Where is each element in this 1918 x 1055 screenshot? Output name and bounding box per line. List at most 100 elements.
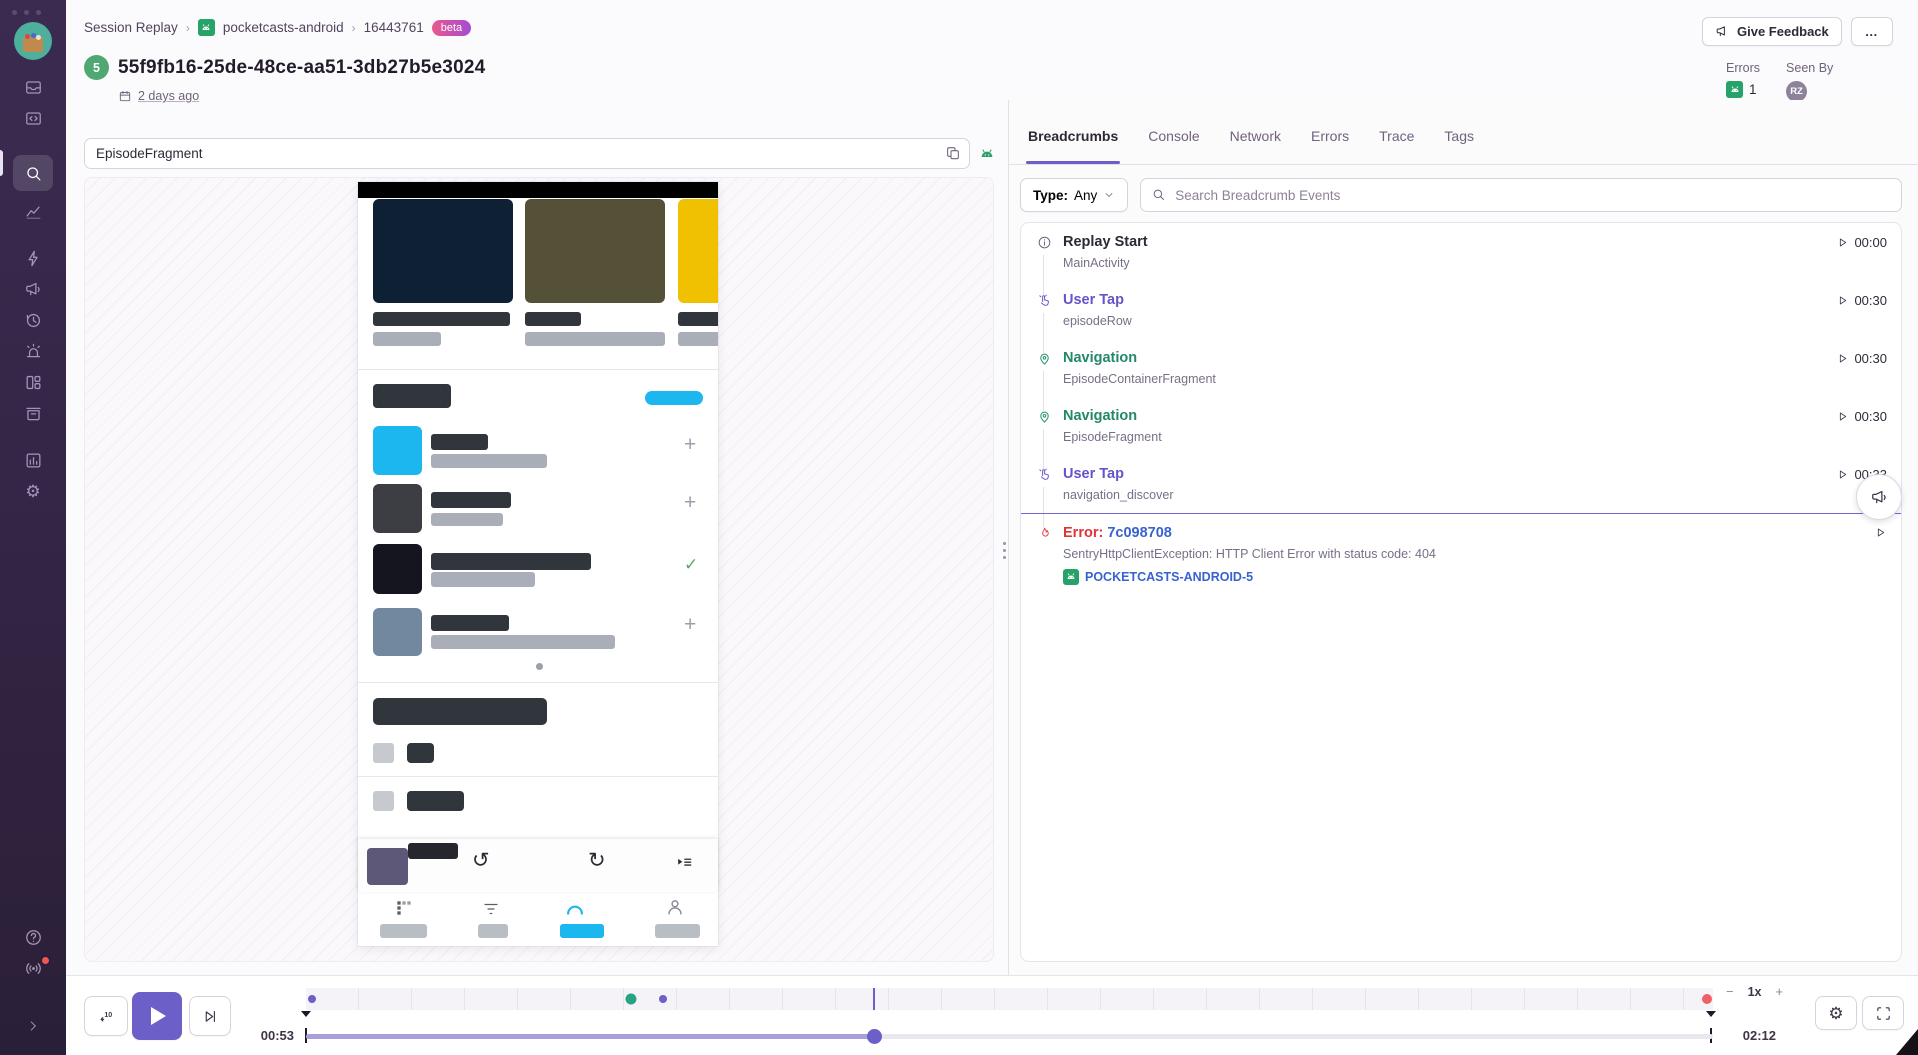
sidebar-item-stats[interactable]: [13, 445, 53, 476]
breadcrumb-event-nav[interactable]: NavigationEpisodeFragment00:30: [1021, 397, 1901, 455]
sidebar-item-help[interactable]: [13, 922, 53, 953]
zoom-in-button[interactable]: +: [1776, 984, 1784, 999]
replay-settings-button[interactable]: ⚙: [1815, 996, 1857, 1030]
zoom-out-button[interactable]: −: [1726, 984, 1734, 999]
sidebar-nav: ⚙: [0, 72, 66, 507]
timeline-event-tap[interactable]: [659, 995, 667, 1003]
breadcrumb-event-tap[interactable]: User TapepisodeRow00:30: [1021, 281, 1901, 339]
sidebar-item-issues[interactable]: [13, 72, 53, 103]
timeline-end-marker: [1706, 1011, 1716, 1017]
event-body: Replay StartMainActivity: [1063, 234, 1824, 271]
current-time: 00:53: [246, 1028, 294, 1043]
more-options-button[interactable]: …: [1851, 17, 1893, 46]
sidebar-item-explore[interactable]: [13, 155, 53, 191]
sidebar-item-alerts[interactable]: [13, 336, 53, 367]
event-title: User Tap: [1063, 292, 1824, 309]
timeline-scrubber-bar[interactable]: [306, 1034, 1713, 1039]
page-title: 55f9fb16-25de-48ce-aa51-3db27b5e3024: [118, 57, 485, 79]
search-icon: [1151, 187, 1166, 202]
event-timestamp[interactable]: 00:30: [1836, 350, 1887, 366]
event-body: Error: 7c098708SentryHttpClientException…: [1063, 525, 1862, 585]
beta-badge: beta: [432, 20, 471, 36]
skip-to-end-button[interactable]: [189, 996, 231, 1036]
tab-console[interactable]: Console: [1146, 128, 1201, 164]
mouse-cursor: [1896, 1029, 1918, 1055]
timeline-event-navigation[interactable]: [626, 994, 637, 1005]
event-timestamp[interactable]: 00:00: [1836, 234, 1887, 250]
breadcrumb: Session Replay › pocketcasts-android › 1…: [84, 19, 471, 36]
feedback-widget-button[interactable]: [1856, 474, 1902, 520]
sidebar-item-boards[interactable]: [13, 367, 53, 398]
ellipsis-icon: …: [1865, 24, 1879, 39]
sidebar-item-archive[interactable]: [13, 398, 53, 429]
seen-by-stat: Seen By RZ: [1786, 61, 1833, 102]
window-dots: [12, 10, 41, 15]
give-feedback-button[interactable]: Give Feedback: [1702, 17, 1842, 46]
filter-icon: [482, 900, 500, 918]
plus-icon: +: [684, 614, 696, 635]
event-title: Error: 7c098708: [1063, 525, 1862, 542]
profile-icon: [664, 896, 686, 918]
cyan-button: [645, 391, 703, 405]
podcast-card: [373, 199, 513, 303]
copy-icon[interactable]: [945, 145, 961, 161]
chevron-right-icon: ›: [352, 21, 356, 35]
status-bar: [358, 182, 718, 198]
replay-controls-bar: 10 00:53 − 1x + 02:12 ⚙: [66, 975, 1918, 1055]
tab-tags[interactable]: Tags: [1442, 128, 1476, 164]
play-button[interactable]: [132, 992, 182, 1040]
skip-forward-icon: ↻: [588, 850, 606, 871]
rewind-10s-button[interactable]: 10: [84, 996, 128, 1036]
event-timestamp[interactable]: 00:30: [1836, 408, 1887, 424]
header-stats: Errors 1 Seen By RZ: [1726, 61, 1833, 102]
replay-stage[interactable]: + + ✓ +: [84, 177, 994, 962]
breadcrumb-event-info[interactable]: Replay StartMainActivity 00:00: [1021, 223, 1901, 281]
breadcrumb-session-replay[interactable]: Session Replay: [84, 20, 178, 35]
avatar: RZ: [1786, 81, 1807, 102]
project-link[interactable]: POCKETCASTS-ANDROID-5: [1063, 569, 1862, 585]
type-filter-dropdown[interactable]: Type: Any: [1020, 178, 1128, 212]
episode-artwork: [373, 544, 422, 594]
tab-breadcrumbs[interactable]: Breadcrumbs: [1026, 128, 1120, 164]
timeline-playhead: [873, 988, 875, 1010]
event-title: User Tap: [1063, 466, 1824, 483]
breadcrumb-events-search-input[interactable]: [1140, 178, 1902, 212]
chevron-right-icon: ›: [186, 21, 190, 35]
timeline-event-error[interactable]: [1702, 994, 1712, 1004]
timeline-scrubber-handle[interactable]: [867, 1029, 882, 1044]
fullscreen-button[interactable]: [1862, 996, 1904, 1030]
playback-speed[interactable]: 1x: [1748, 985, 1762, 999]
replay-phone-mock: + + ✓ +: [358, 182, 718, 946]
notification-dot: [40, 955, 51, 966]
filter-row: Type: Any: [1020, 178, 1902, 212]
event-title: Navigation: [1063, 350, 1824, 367]
event-body: NavigationEpisodeContainerFragment: [1063, 350, 1824, 387]
org-avatar[interactable]: [14, 22, 52, 60]
tab-errors[interactable]: Errors: [1309, 128, 1351, 164]
location-pin-icon: [1035, 409, 1053, 424]
breadcrumb-event-tap[interactable]: User Tapnavigation_discover00:33: [1021, 455, 1901, 513]
sidebar-item-whats-new[interactable]: [13, 953, 53, 984]
sidebar-item-dashboards[interactable]: [13, 196, 53, 227]
tab-trace[interactable]: Trace: [1377, 128, 1416, 164]
plus-icon: +: [684, 492, 696, 513]
megaphone-icon: [1715, 24, 1730, 39]
breadcrumb-event-nav[interactable]: NavigationEpisodeContainerFragment 00:30: [1021, 339, 1901, 397]
timeline-event-track[interactable]: [306, 988, 1713, 1010]
sidebar-item-insights[interactable]: [13, 243, 53, 274]
event-timestamp[interactable]: 00:30: [1836, 292, 1887, 308]
timeline-event-tap[interactable]: [308, 995, 316, 1003]
sidebar-collapse-button[interactable]: [13, 1010, 53, 1041]
error-id-link[interactable]: 7c098708: [1107, 525, 1172, 541]
event-title: Navigation: [1063, 408, 1824, 425]
tab-network[interactable]: Network: [1228, 128, 1283, 164]
event-timestamp[interactable]: [1874, 525, 1887, 539]
breadcrumbs-panel: Breadcrumbs Console Network Errors Trace Tags…: [1009, 100, 1918, 975]
breadcrumb-search-input[interactable]: [84, 138, 970, 169]
sidebar-item-replays[interactable]: [13, 305, 53, 336]
breadcrumb-project[interactable]: pocketcasts-android: [223, 20, 344, 35]
sidebar-item-settings[interactable]: ⚙: [13, 476, 53, 507]
sidebar-item-feedback[interactable]: [13, 274, 53, 305]
sidebar-item-projects[interactable]: [13, 103, 53, 134]
breadcrumb-event-error[interactable]: Error: 7c098708SentryHttpClientException…: [1021, 513, 1901, 595]
